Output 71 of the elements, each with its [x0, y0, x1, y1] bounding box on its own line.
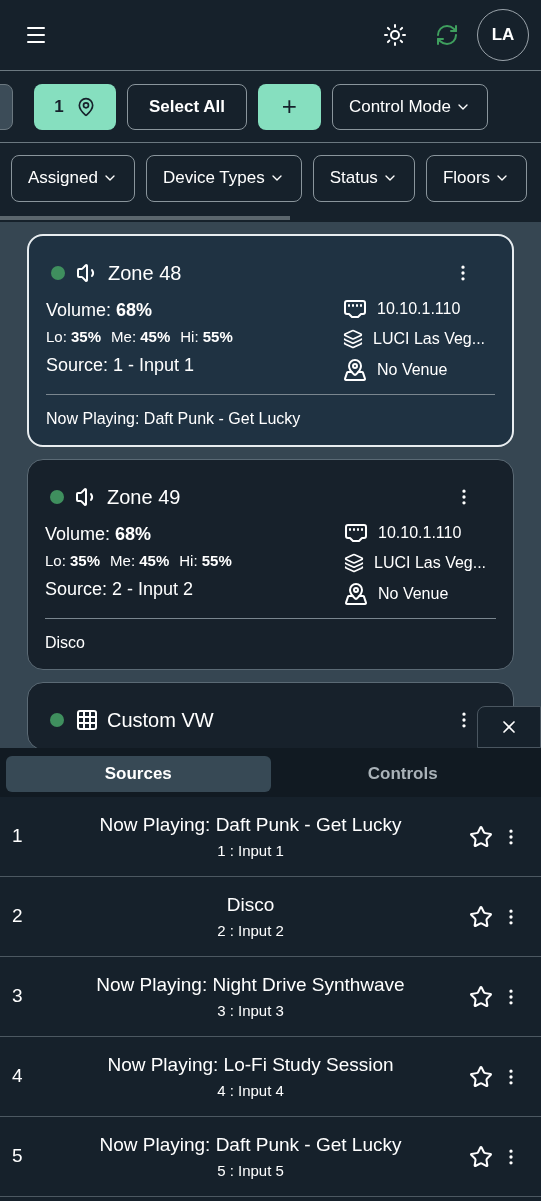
- zone-card[interactable]: Zone 49 Volume: 68% Lo: 35% Me: 45% Hi: 55% Source: 2 - Input 2 10.10.1.110 LUCI Las Veg... No Venue Disco: [27, 459, 514, 670]
- source-number: 1: [12, 824, 24, 849]
- location-name: LUCI Las Veg...: [374, 553, 487, 573]
- source-row[interactable]: 4 Now Playing: Lo-Fi Study Session 4 : Input 4: [0, 1037, 541, 1117]
- eq-level: Lo: 35%: [46, 327, 102, 347]
- source-row[interactable]: 3 Now Playing: Night Drive Synthwave 3 : Input 3: [0, 957, 541, 1037]
- source-title: Now Playing: Daft Punk - Get Lucky: [99, 813, 402, 837]
- volume-text: Volume: 68%: [46, 299, 154, 322]
- star-icon[interactable]: [469, 904, 493, 929]
- ip-address: 10.10.1.110: [378, 523, 462, 543]
- zone-name: Custom VW: [107, 708, 214, 733]
- eq-level: Hi: 55%: [179, 551, 232, 571]
- now-playing-text: Now Playing: Daft Punk - Get Lucky: [46, 410, 301, 427]
- source-subtitle: 2 : Input 2: [217, 920, 284, 941]
- source-number: 5: [12, 1144, 24, 1169]
- source-number: 4: [12, 1064, 24, 1089]
- map-pin-icon: [343, 358, 367, 382]
- source-title: Disco: [226, 893, 275, 917]
- scrollbar[interactable]: [0, 216, 290, 220]
- filter-dropdown[interactable]: Floors: [425, 154, 528, 202]
- source-subtitle: 4 : Input 4: [217, 1080, 284, 1101]
- source-row[interactable]: 1 Now Playing: Daft Punk - Get Lucky 1 : Input 1: [0, 797, 541, 877]
- venue-name: No Venue: [377, 360, 448, 380]
- star-icon[interactable]: [469, 984, 493, 1009]
- select-all-button[interactable]: Select All: [127, 83, 247, 130]
- eq-level: Hi: 55%: [180, 327, 233, 347]
- ethernet-icon: [343, 297, 367, 321]
- now-playing-text: Disco: [45, 634, 85, 651]
- close-button[interactable]: [477, 706, 541, 748]
- eq-level: Me: 45%: [110, 551, 170, 571]
- location-name: LUCI Las Veg...: [373, 329, 486, 349]
- volume-text: Volume: 68%: [45, 523, 153, 546]
- source-row[interactable]: 2 Disco 2 : Input 2: [0, 877, 541, 957]
- zone-name: Zone 48: [108, 261, 182, 286]
- ip-address: 10.10.1.110: [377, 299, 461, 319]
- layers-icon: [344, 553, 364, 573]
- filter-dropdown[interactable]: Device Types: [145, 154, 302, 202]
- source-title: Now Playing: Lo-Fi Study Session: [107, 1053, 394, 1077]
- source-text: Source: 2 - Input 2: [45, 578, 195, 601]
- source-subtitle: 1 : Input 1: [217, 840, 284, 861]
- add-button[interactable]: +: [257, 83, 321, 130]
- tab[interactable]: Sources: [6, 756, 271, 792]
- control-mode-button[interactable]: Control Mode: [331, 83, 488, 130]
- venue-name: No Venue: [378, 584, 449, 604]
- zone-card[interactable]: Zone 48 Volume: 68% Lo: 35% Me: 45% Hi: 55% Source: 1 - Input 1 10.10.1.110 LUCI Las Veg... No Venue Now Playing: Daft Punk - Get Lucky: [27, 234, 514, 447]
- star-icon[interactable]: [469, 1064, 493, 1089]
- map-pin-icon: [344, 582, 368, 606]
- source-title: Now Playing: Night Drive Synthwave: [96, 973, 405, 997]
- star-icon[interactable]: [469, 1144, 493, 1169]
- filter-dropdown[interactable]: Assigned: [11, 154, 135, 202]
- source-subtitle: 3 : Input 3: [217, 1000, 284, 1021]
- filter-dropdown[interactable]: Status: [312, 154, 415, 202]
- eq-level: Lo: 35%: [45, 551, 101, 571]
- star-icon[interactable]: [469, 824, 493, 849]
- layers-icon: [343, 329, 363, 349]
- sun-icon[interactable]: [383, 23, 407, 47]
- zone-card[interactable]: Custom VW: [27, 682, 514, 748]
- grid-icon: [75, 708, 99, 732]
- zone-name: Zone 49: [107, 485, 181, 510]
- source-number: 2: [12, 904, 24, 929]
- source-row[interactable]: 5 Now Playing: Daft Punk - Get Lucky 5 : Input 5: [0, 1117, 541, 1197]
- refresh-icon[interactable]: [435, 23, 459, 47]
- source-subtitle: 5 : Input 5: [217, 1160, 284, 1181]
- tab[interactable]: Controls: [270, 756, 535, 792]
- eq-level: Me: 45%: [111, 327, 171, 347]
- toolbar-button[interactable]: [0, 83, 13, 130]
- source-text: Source: 1 - Input 1: [46, 354, 196, 377]
- source-title: Now Playing: Daft Punk - Get Lucky: [99, 1133, 402, 1157]
- ethernet-icon: [344, 521, 368, 545]
- location-button[interactable]: 1: [34, 83, 116, 130]
- source-number: 3: [12, 984, 24, 1009]
